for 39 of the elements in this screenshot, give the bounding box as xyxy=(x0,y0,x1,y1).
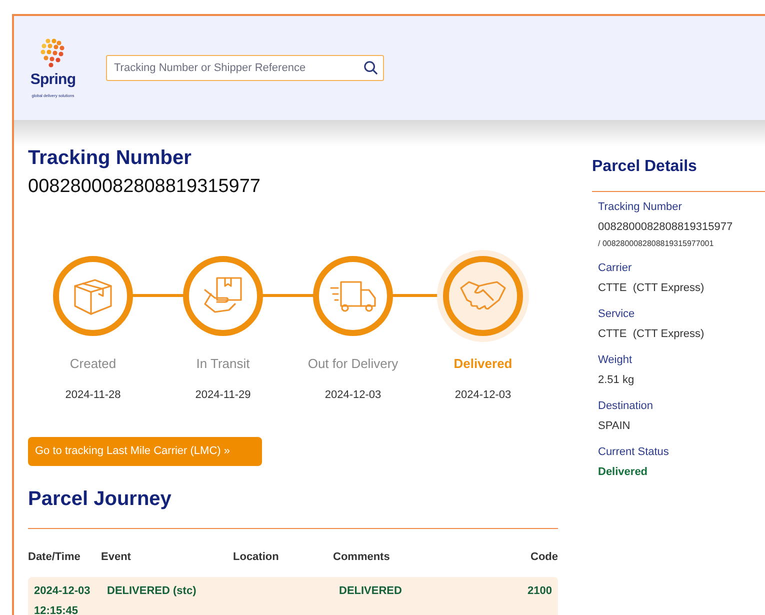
step-label: In Transit xyxy=(196,354,250,372)
detail-value: CTTE (CTT Express) xyxy=(598,326,706,342)
lmc-tracking-button[interactable]: Go to tracking Last Mile Carrier (LMC) » xyxy=(28,436,262,466)
step-label: Created xyxy=(70,354,116,372)
detail-value: Delivered xyxy=(598,464,649,480)
detail-label: Tracking Number xyxy=(598,200,683,215)
step-date: 2024-12-03 xyxy=(454,388,512,403)
search-field[interactable]: Tracking Number or Shipper Reference xyxy=(106,55,384,81)
detail-label: Destination xyxy=(598,399,654,414)
detail-label: Service xyxy=(598,307,636,322)
tracking-number: 0082800082808819315977 xyxy=(28,175,262,199)
event-cell-text: DELIVERED (stc) xyxy=(107,584,198,599)
tracking-title: Tracking Number xyxy=(28,146,192,171)
date-cell-text: 2024-12-03 xyxy=(34,584,92,599)
detail-value: 2.51 kg xyxy=(598,372,636,388)
comments-cell-text: DELIVERED xyxy=(339,584,403,599)
detail-value: 0082800082808819315977 xyxy=(598,220,734,234)
step-label: Out for Delivery xyxy=(308,354,398,373)
step-label: Delivered xyxy=(454,354,512,372)
detail-label: Carrier xyxy=(598,261,633,276)
detail-subvalue: / 0082800082808819315977001 xyxy=(598,238,715,250)
code-cell-text: 2100 xyxy=(526,584,552,599)
step-date: 2024-11-28 xyxy=(65,388,121,403)
column-header: Event xyxy=(101,550,132,564)
details-title: Parcel Details xyxy=(592,157,698,177)
column-header: Location xyxy=(233,550,280,564)
time-cell-text: 12:15:45 xyxy=(34,604,80,615)
logo-wordmark: Spring xyxy=(30,72,76,86)
step-date: 2024-12-03 xyxy=(324,388,382,403)
journey-title: Parcel Journey xyxy=(28,486,172,512)
detail-value: SPAIN xyxy=(598,418,632,434)
detail-label: Current Status xyxy=(598,445,670,460)
column-header: Comments xyxy=(333,550,391,564)
detail-value: CTTE (CTT Express) xyxy=(598,280,706,296)
step-date: 2024-11-29 xyxy=(195,388,251,403)
detail-label: Weight xyxy=(598,353,634,368)
column-header: Date/Time xyxy=(28,550,82,564)
search-icon[interactable] xyxy=(363,60,378,75)
column-header: Code xyxy=(530,550,558,564)
